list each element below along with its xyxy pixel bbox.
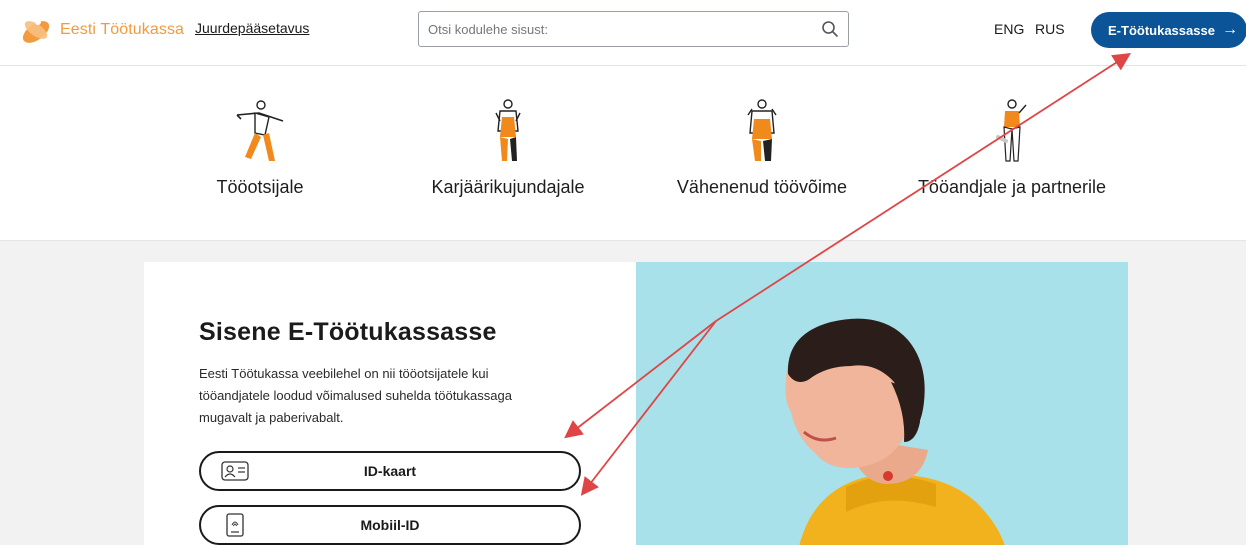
search-icon[interactable]	[821, 20, 839, 38]
logo-icon	[22, 19, 50, 43]
login-section: Sisene E-Töötukassasse Eesti Töötukassa …	[0, 240, 1246, 545]
login-card: Sisene E-Töötukassasse Eesti Töötukassa …	[144, 262, 636, 545]
e-tootukassa-button[interactable]: E-Töötukassasse →	[1091, 12, 1246, 48]
mobile-id-login-button[interactable]: Mobiil-ID	[199, 505, 581, 545]
audience-label: Tööandjale ja partnerile	[917, 177, 1107, 197]
logo[interactable]: Eesti Töötukassa	[18, 12, 184, 48]
employer-figure-icon	[996, 99, 1027, 162]
e-tootukassa-label: E-Töötukassasse	[1108, 22, 1215, 38]
audience-label: Vähenenud töövõime	[676, 177, 848, 197]
accessibility-link[interactable]: Juurdepääsetavus	[195, 20, 309, 36]
audience-label: Karjäärikujundajale	[431, 177, 585, 197]
audience-item-employer[interactable]: Tööandjale ja partnerile	[914, 97, 1110, 198]
woman-portrait-image	[785, 318, 1005, 545]
lang-eng-link[interactable]: ENG	[994, 21, 1024, 37]
id-card-label: ID-kaart	[363, 463, 417, 479]
login-description: Eesti Töötukassa veebilehel on nii tööot…	[199, 366, 512, 425]
audience-item-jobseeker[interactable]: Tööotsijale	[208, 97, 312, 198]
lang-rus-link[interactable]: RUS	[1035, 21, 1065, 37]
jobseeker-figure-icon	[236, 100, 284, 161]
audience-nav: Tööotsijale Karjäärikujundajale Vähenenu…	[0, 67, 1246, 240]
reduced-capacity-figure-icon	[747, 99, 777, 161]
search-box	[418, 11, 849, 47]
audience-item-career[interactable]: Karjäärikujundajale	[426, 97, 590, 198]
search-input[interactable]	[419, 12, 809, 46]
arrow-right-icon: →	[1221, 21, 1238, 38]
logo-text: Eesti Töötukassa	[60, 21, 185, 38]
mobile-id-label: Mobiil-ID	[360, 517, 420, 533]
page: Eesti Töötukassa Juurdepääsetavus ENG RU…	[0, 0, 1246, 545]
id-card-login-button[interactable]: ID-kaart	[199, 451, 581, 491]
site-header: Eesti Töötukassa Juurdepääsetavus ENG RU…	[0, 0, 1246, 66]
career-figure-icon	[495, 99, 521, 161]
audience-label: Tööotsijale	[216, 177, 304, 197]
hero-image	[636, 262, 1128, 545]
audience-item-reduced-capacity[interactable]: Vähenenud töövõime	[674, 97, 850, 198]
login-title: Sisene E-Töötukassasse	[199, 318, 497, 346]
